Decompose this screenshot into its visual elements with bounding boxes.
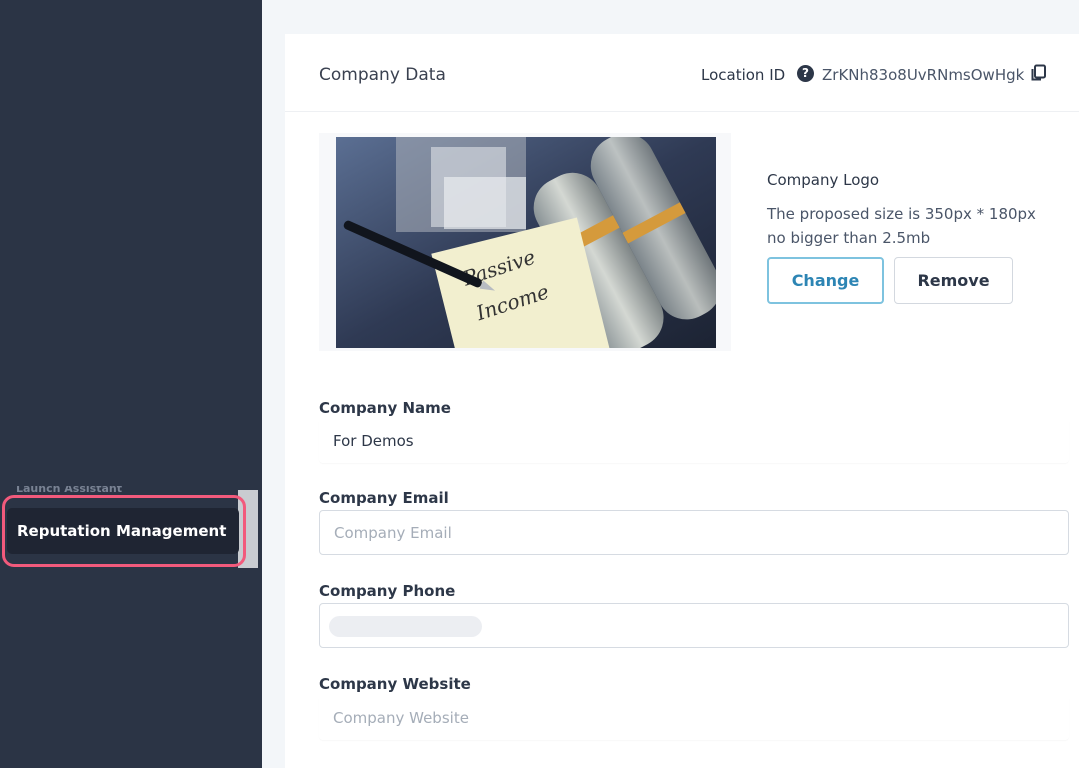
copy-icon[interactable] — [1030, 64, 1048, 82]
question-circle-icon[interactable]: ? — [797, 65, 814, 82]
company-website-label: Company Website — [319, 675, 471, 693]
company-website-field[interactable] — [319, 695, 1069, 740]
phone-value-redacted — [329, 616, 482, 637]
company-data-card: Company Data Location ID ? ZrKNh83o8UvRN… — [285, 34, 1079, 768]
remove-logo-button[interactable]: Remove — [894, 257, 1013, 304]
page-title: Company Data — [319, 65, 446, 85]
sidebar-item-label: Reputation Management — [17, 522, 227, 540]
company-name-label: Company Name — [319, 399, 451, 417]
logo-size-hint: The proposed size is 350px * 180px no bi… — [767, 202, 1036, 250]
location-id-label: Location ID — [701, 66, 786, 84]
company-logo-title: Company Logo — [767, 171, 880, 189]
company-email-field[interactable] — [319, 510, 1069, 555]
change-logo-button[interactable]: Change — [767, 257, 884, 304]
logo-size-hint-line: The proposed size is 350px * 180px — [767, 205, 1036, 223]
location-id-value: ZrKNh83o8UvRNmsOwHgk — [822, 66, 1025, 84]
sidebar-item-reputation-management[interactable]: Reputation Management — [7, 508, 239, 554]
company-logo-image: Passive Income — [336, 137, 716, 348]
company-name-field[interactable] — [319, 418, 1069, 463]
company-email-label: Company Email — [319, 489, 449, 507]
sidebar: Launch Assistant Reputation Management — [0, 0, 262, 768]
company-phone-label: Company Phone — [319, 582, 456, 600]
card-header: Company Data Location ID ? ZrKNh83o8UvRN… — [285, 34, 1079, 112]
logo-preview-frame: Passive Income — [319, 133, 731, 351]
logo-size-hint-line: no bigger than 2.5mb — [767, 229, 931, 247]
sidebar-item-partial[interactable]: Launch Assistant — [16, 486, 138, 492]
